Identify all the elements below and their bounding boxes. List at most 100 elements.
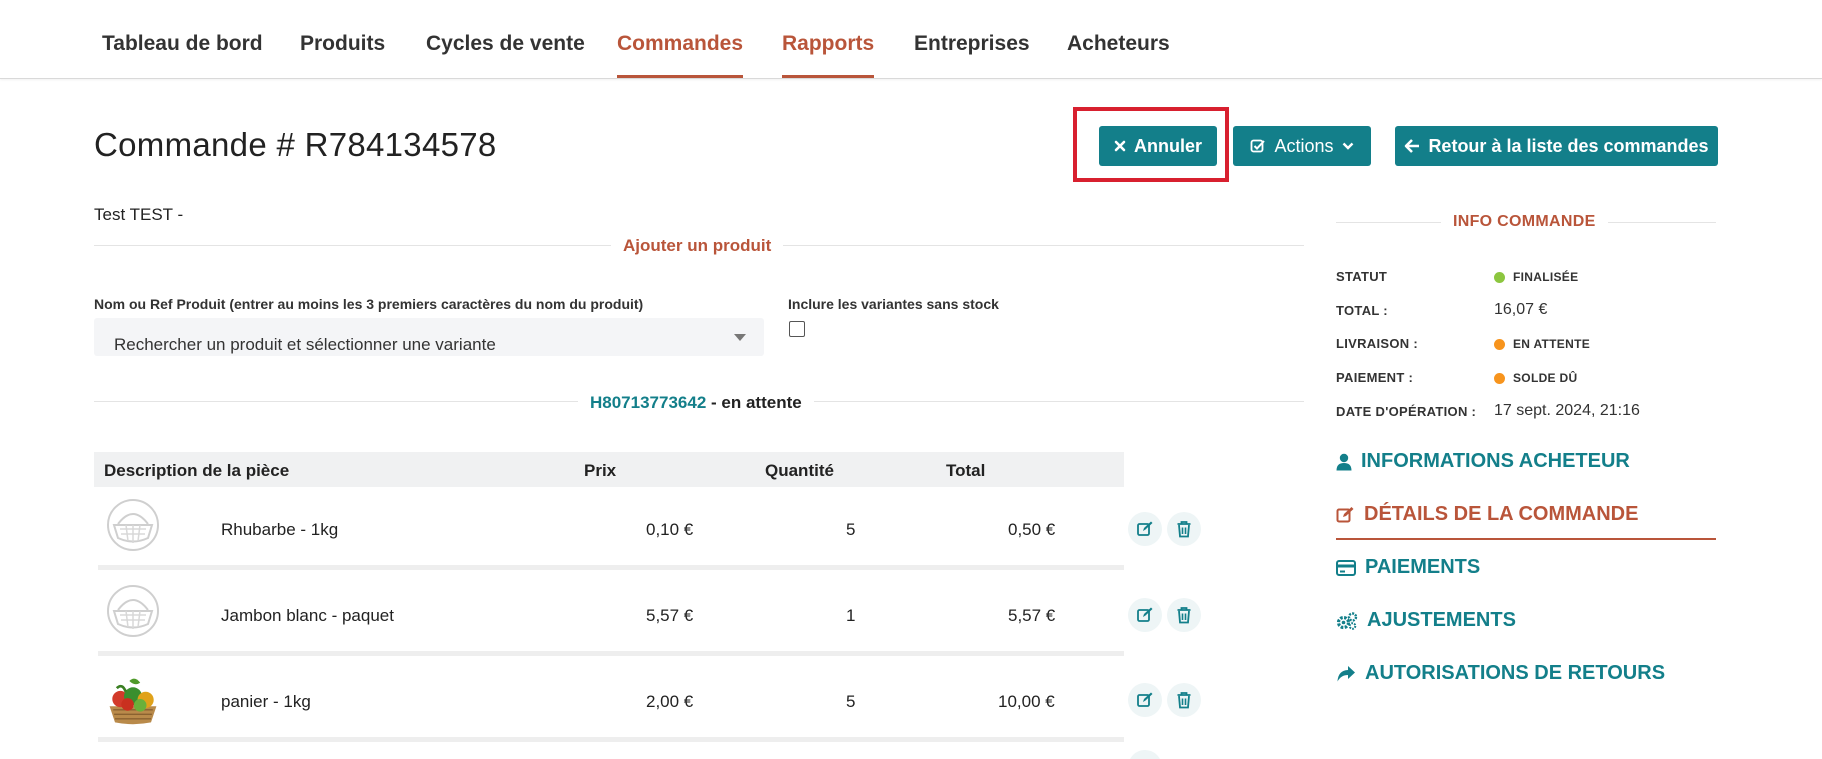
edit-icon	[1336, 506, 1354, 522]
payment-label: PAIEMENT :	[1336, 370, 1414, 385]
product-total: 10,00 €	[998, 692, 1055, 711]
date-value: 17 sept. 2024, 21:16	[1494, 402, 1640, 419]
product-name: Rhubarbe - 1kg	[221, 520, 339, 539]
actions-dropdown-button[interactable]: Actions	[1233, 126, 1371, 166]
trash-icon	[1177, 521, 1191, 538]
shipping-label: LIVRAISON :	[1336, 336, 1419, 351]
edit-icon	[1137, 607, 1153, 622]
product-price: 0,10 €	[646, 520, 694, 539]
column-header-description: Description de la pièce	[104, 461, 290, 480]
status-text: FINALISÉE	[1513, 270, 1579, 284]
product-price: 5,57 €	[646, 606, 694, 625]
order-details-link[interactable]: DÉTAILS DE LA COMMANDE	[1336, 503, 1638, 526]
shipment-state: - en attente	[711, 393, 802, 412]
product-total: 0,50 €	[1008, 520, 1056, 539]
delete-line-button[interactable]	[1167, 598, 1201, 632]
arrow-left-icon	[1405, 139, 1420, 153]
total-value: 16,07 €	[1494, 301, 1548, 318]
nav-item-produits[interactable]: Produits	[300, 32, 385, 56]
share-arrow-icon	[1337, 665, 1355, 681]
buyer-info-label: INFORMATIONS ACHETEUR	[1361, 450, 1630, 472]
nav-item-commandes[interactable]: Commandes	[617, 32, 744, 78]
caret-down-icon	[734, 334, 746, 341]
user-icon	[1336, 453, 1352, 470]
nav-item-rapports[interactable]: Rapports	[782, 32, 875, 78]
back-label: Retour à la liste des commandes	[1428, 135, 1709, 156]
actions-label: Actions	[1274, 135, 1334, 156]
buyer-info-link[interactable]: INFORMATIONS ACHETEUR	[1336, 450, 1630, 473]
table-header: Description de la pièce Prix Quantité To…	[94, 452, 1124, 487]
back-to-orders-button[interactable]: Retour à la liste des commandes	[1395, 126, 1718, 166]
basket-placeholder-icon	[107, 585, 159, 637]
nav-item-cycles-de-vente[interactable]: Cycles de vente	[426, 32, 585, 56]
shipping-dot-icon	[1494, 338, 1505, 350]
chevron-down-icon	[1342, 142, 1353, 150]
edit-line-button[interactable]	[1128, 683, 1162, 717]
product-search-placeholder: Rechercher un produit et sélectionner un…	[114, 335, 496, 354]
edit-line-button[interactable]	[1128, 750, 1162, 759]
checkbox-edit-icon	[1251, 139, 1266, 153]
table-row: Jambon blanc - paquet 5,57 € 1 5,57 €	[98, 574, 1124, 656]
page-title: Commande # R784134578	[94, 126, 497, 163]
order-details-label: DÉTAILS DE LA COMMANDE	[1364, 503, 1639, 525]
status-value: FINALISÉE	[1494, 270, 1578, 284]
edit-line-button[interactable]	[1128, 512, 1162, 546]
shipping-value: EN ATTENTE	[1494, 337, 1590, 351]
add-product-title: Ajouter un produit	[611, 236, 784, 256]
product-quantity: 5	[846, 520, 856, 539]
table-row: panier - 1kg 2,00 € 5 10,00 €	[98, 660, 1124, 742]
basket-placeholder-icon	[107, 499, 159, 551]
product-quantity: 5	[846, 692, 856, 711]
gears-icon	[1336, 611, 1358, 630]
nav-item-acheteurs[interactable]: Acheteurs	[1067, 32, 1170, 56]
product-name: panier - 1kg	[221, 692, 311, 711]
trash-icon	[1177, 607, 1191, 624]
top-navigation: Tableau de bord Produits Cycles de vente…	[0, 0, 1822, 79]
product-name: Jambon blanc - paquet	[221, 606, 394, 625]
payment-value: SOLDE DÛ	[1494, 371, 1577, 385]
status-dot-icon	[1494, 271, 1505, 283]
vegetable-basket-image	[109, 678, 157, 725]
date-label: DATE D'OPÉRATION :	[1336, 404, 1477, 419]
shipment-header: H80713773642 - en attente	[578, 393, 814, 413]
shipping-text: EN ATTENTE	[1513, 337, 1590, 351]
delete-line-button[interactable]	[1167, 512, 1201, 546]
active-underline	[1336, 538, 1716, 540]
column-header-price: Prix	[584, 461, 617, 480]
product-field-label: Nom ou Ref Produit (entrer au moins les …	[94, 296, 644, 312]
close-icon	[1114, 140, 1126, 152]
edit-icon	[1137, 521, 1153, 536]
table-row: Rhubarbe - 1kg 0,10 € 5 0,50 €	[98, 488, 1124, 570]
returns-link[interactable]: AUTORISATIONS DE RETOURS	[1336, 662, 1665, 685]
product-total: 5,57 €	[1008, 606, 1056, 625]
table-row	[98, 746, 1124, 759]
total-label: TOTAL :	[1336, 303, 1388, 318]
product-quantity: 1	[846, 606, 856, 625]
cancel-order-button[interactable]: Annuler	[1099, 126, 1217, 166]
edit-icon	[1137, 692, 1153, 707]
product-search-select[interactable]: Rechercher un produit et sélectionner un…	[94, 318, 764, 356]
customer-name: Test TEST -	[94, 205, 184, 224]
payments-link[interactable]: PAIEMENTS	[1336, 556, 1480, 579]
include-variants-checkbox[interactable]	[789, 321, 805, 337]
product-price: 2,00 €	[646, 692, 694, 711]
column-header-total: Total	[946, 461, 986, 480]
trash-icon	[1177, 692, 1191, 709]
shipment-number-link[interactable]: H80713773642	[590, 393, 706, 412]
cancel-label: Annuler	[1133, 135, 1202, 156]
payment-text: SOLDE DÛ	[1513, 371, 1578, 385]
returns-label: AUTORISATIONS DE RETOURS	[1365, 662, 1666, 684]
status-label: STATUT	[1336, 269, 1388, 284]
payment-dot-icon	[1494, 372, 1505, 384]
column-header-quantity: Quantité	[765, 461, 834, 480]
edit-line-button[interactable]	[1128, 598, 1162, 632]
order-info-title: INFO COMMANDE	[1441, 213, 1608, 231]
delete-line-button[interactable]	[1167, 683, 1201, 717]
adjustments-label: AJUSTEMENTS	[1367, 609, 1516, 631]
payments-label: PAIEMENTS	[1365, 556, 1481, 578]
variants-label: Inclure les variantes sans stock	[788, 296, 999, 312]
nav-item-entreprises[interactable]: Entreprises	[914, 32, 1030, 56]
nav-item-tableau-de-bord[interactable]: Tableau de bord	[102, 32, 263, 56]
credit-card-icon	[1336, 559, 1356, 576]
adjustments-link[interactable]: AJUSTEMENTS	[1336, 609, 1516, 632]
